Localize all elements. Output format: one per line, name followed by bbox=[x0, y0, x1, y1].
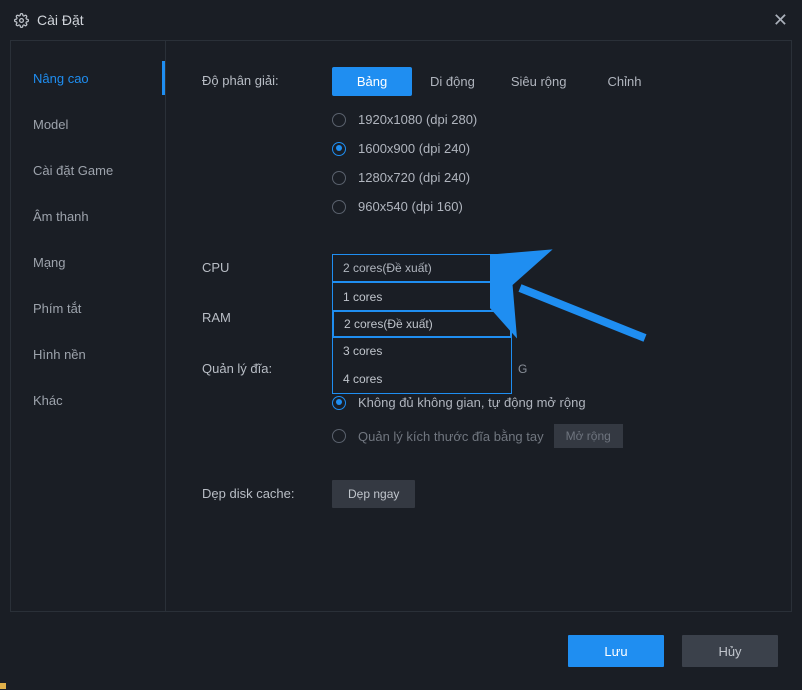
radio-icon bbox=[332, 142, 346, 156]
radio-icon bbox=[332, 396, 346, 410]
save-button[interactable]: Lưu bbox=[568, 635, 664, 667]
cpu-dropdown: 1 cores 2 cores(Đề xuất) 3 cores 4 cores bbox=[332, 282, 512, 394]
cancel-button[interactable]: Hủy bbox=[682, 635, 778, 667]
ram-label: RAM bbox=[202, 304, 332, 325]
resolution-option[interactable]: 1600x900 (dpi 240) bbox=[332, 141, 771, 156]
disk-label: Quản lý đĩa: bbox=[202, 355, 332, 376]
resolution-label: Độ phân giải: bbox=[202, 67, 332, 88]
cpu-select[interactable]: 2 cores(Đề xuất) 1 cores 2 cores(Đề xuất… bbox=[332, 254, 512, 282]
cpu-option[interactable]: 4 cores bbox=[333, 365, 511, 393]
radio-icon bbox=[332, 429, 346, 443]
tab-label: Di động bbox=[430, 74, 475, 89]
gear-icon bbox=[14, 13, 29, 28]
radio-icon bbox=[332, 113, 346, 127]
sidebar-item-wallpaper[interactable]: Hình nền bbox=[11, 331, 165, 377]
option-label: 960x540 (dpi 160) bbox=[358, 199, 463, 214]
disk-unit: G bbox=[518, 362, 527, 376]
sidebar-item-model[interactable]: Model bbox=[11, 101, 165, 147]
resolution-option[interactable]: 1920x1080 (dpi 280) bbox=[332, 112, 771, 127]
cpu-selected-value: 2 cores(Đề xuất) bbox=[343, 261, 432, 275]
tab-label: Siêu rộng bbox=[511, 74, 567, 89]
sidebar-item-other[interactable]: Khác bbox=[11, 377, 165, 423]
sidebar-item-game[interactable]: Cài đặt Game bbox=[11, 147, 165, 193]
disk-option-manual[interactable]: Quản lý kích thước đĩa bằng tay Mở rộng bbox=[332, 424, 771, 448]
clear-cache-button[interactable]: Dẹp ngay bbox=[332, 480, 415, 508]
tab-custom[interactable]: Chỉnh bbox=[584, 67, 664, 96]
row-resolution: Độ phân giải: Bảng Di động Siêu rộng Chỉ… bbox=[202, 67, 771, 228]
cpu-label: CPU bbox=[202, 254, 332, 275]
disk-option-auto[interactable]: Không đủ không gian, tự động mở rộng bbox=[332, 395, 771, 410]
footer: Lưu Hủy bbox=[0, 612, 802, 690]
option-label: 3 cores bbox=[343, 344, 382, 358]
button-label: Hủy bbox=[718, 644, 741, 659]
cpu-option[interactable]: 1 cores bbox=[333, 283, 511, 311]
sidebar-item-label: Âm thanh bbox=[33, 209, 89, 224]
radio-icon bbox=[332, 171, 346, 185]
tab-wide[interactable]: Siêu rộng bbox=[493, 67, 585, 96]
cpu-option[interactable]: 3 cores bbox=[333, 337, 511, 365]
option-label: 1600x900 (dpi 240) bbox=[358, 141, 470, 156]
tab-label: Bảng bbox=[357, 74, 387, 89]
row-cache: Dẹp disk cache: Dẹp ngay bbox=[202, 480, 771, 508]
content: Nâng cao Model Cài đặt Game Âm thanh Mạn… bbox=[10, 40, 792, 612]
sidebar-item-label: Khác bbox=[33, 393, 63, 408]
cache-label: Dẹp disk cache: bbox=[202, 480, 332, 501]
expand-button: Mở rộng bbox=[554, 424, 623, 448]
resolution-option[interactable]: 960x540 (dpi 160) bbox=[332, 199, 771, 214]
edge-marker bbox=[0, 683, 6, 689]
main-panel: Độ phân giải: Bảng Di động Siêu rộng Chỉ… bbox=[166, 41, 791, 611]
window-title: Cài Đặt bbox=[37, 12, 84, 28]
sidebar-item-label: Nâng cao bbox=[33, 71, 89, 86]
option-label: Không đủ không gian, tự động mở rộng bbox=[358, 395, 586, 410]
option-label: 1280x720 (dpi 240) bbox=[358, 170, 470, 185]
titlebar: Cài Đặt ✕ bbox=[0, 0, 802, 40]
sidebar-item-network[interactable]: Mạng bbox=[11, 239, 165, 285]
sidebar-item-label: Model bbox=[33, 117, 68, 132]
sidebar-item-label: Phím tắt bbox=[33, 301, 81, 316]
option-label: 4 cores bbox=[343, 372, 382, 386]
resolution-tabs: Bảng Di động Siêu rộng Chỉnh bbox=[332, 67, 771, 96]
sidebar-item-label: Cài đặt Game bbox=[33, 163, 113, 178]
cpu-option[interactable]: 2 cores(Đề xuất) bbox=[332, 310, 512, 338]
radio-icon bbox=[332, 200, 346, 214]
close-icon[interactable]: ✕ bbox=[773, 10, 788, 31]
tab-label: Chỉnh bbox=[607, 74, 641, 89]
row-cpu: CPU 2 cores(Đề xuất) 1 cores 2 cores(Đề … bbox=[202, 254, 771, 282]
sidebar-item-sound[interactable]: Âm thanh bbox=[11, 193, 165, 239]
sidebar-item-shortcut[interactable]: Phím tắt bbox=[11, 285, 165, 331]
option-label: 1 cores bbox=[343, 290, 382, 304]
resolution-options: 1920x1080 (dpi 280) 1600x900 (dpi 240) 1… bbox=[332, 112, 771, 214]
sidebar: Nâng cao Model Cài đặt Game Âm thanh Mạn… bbox=[11, 41, 166, 611]
option-label: 1920x1080 (dpi 280) bbox=[358, 112, 477, 127]
chevron-up-icon bbox=[493, 266, 501, 271]
option-label: Quản lý kích thước đĩa bằng tay bbox=[358, 429, 544, 444]
tab-tablet[interactable]: Bảng bbox=[332, 67, 412, 96]
sidebar-item-label: Hình nền bbox=[33, 347, 86, 362]
resolution-option[interactable]: 1280x720 (dpi 240) bbox=[332, 170, 771, 185]
option-label: 2 cores(Đề xuất) bbox=[344, 317, 433, 331]
sidebar-item-advanced[interactable]: Nâng cao bbox=[11, 55, 165, 101]
tab-mobile[interactable]: Di động bbox=[412, 67, 493, 96]
button-label: Lưu bbox=[604, 644, 627, 659]
sidebar-item-label: Mạng bbox=[33, 255, 66, 270]
